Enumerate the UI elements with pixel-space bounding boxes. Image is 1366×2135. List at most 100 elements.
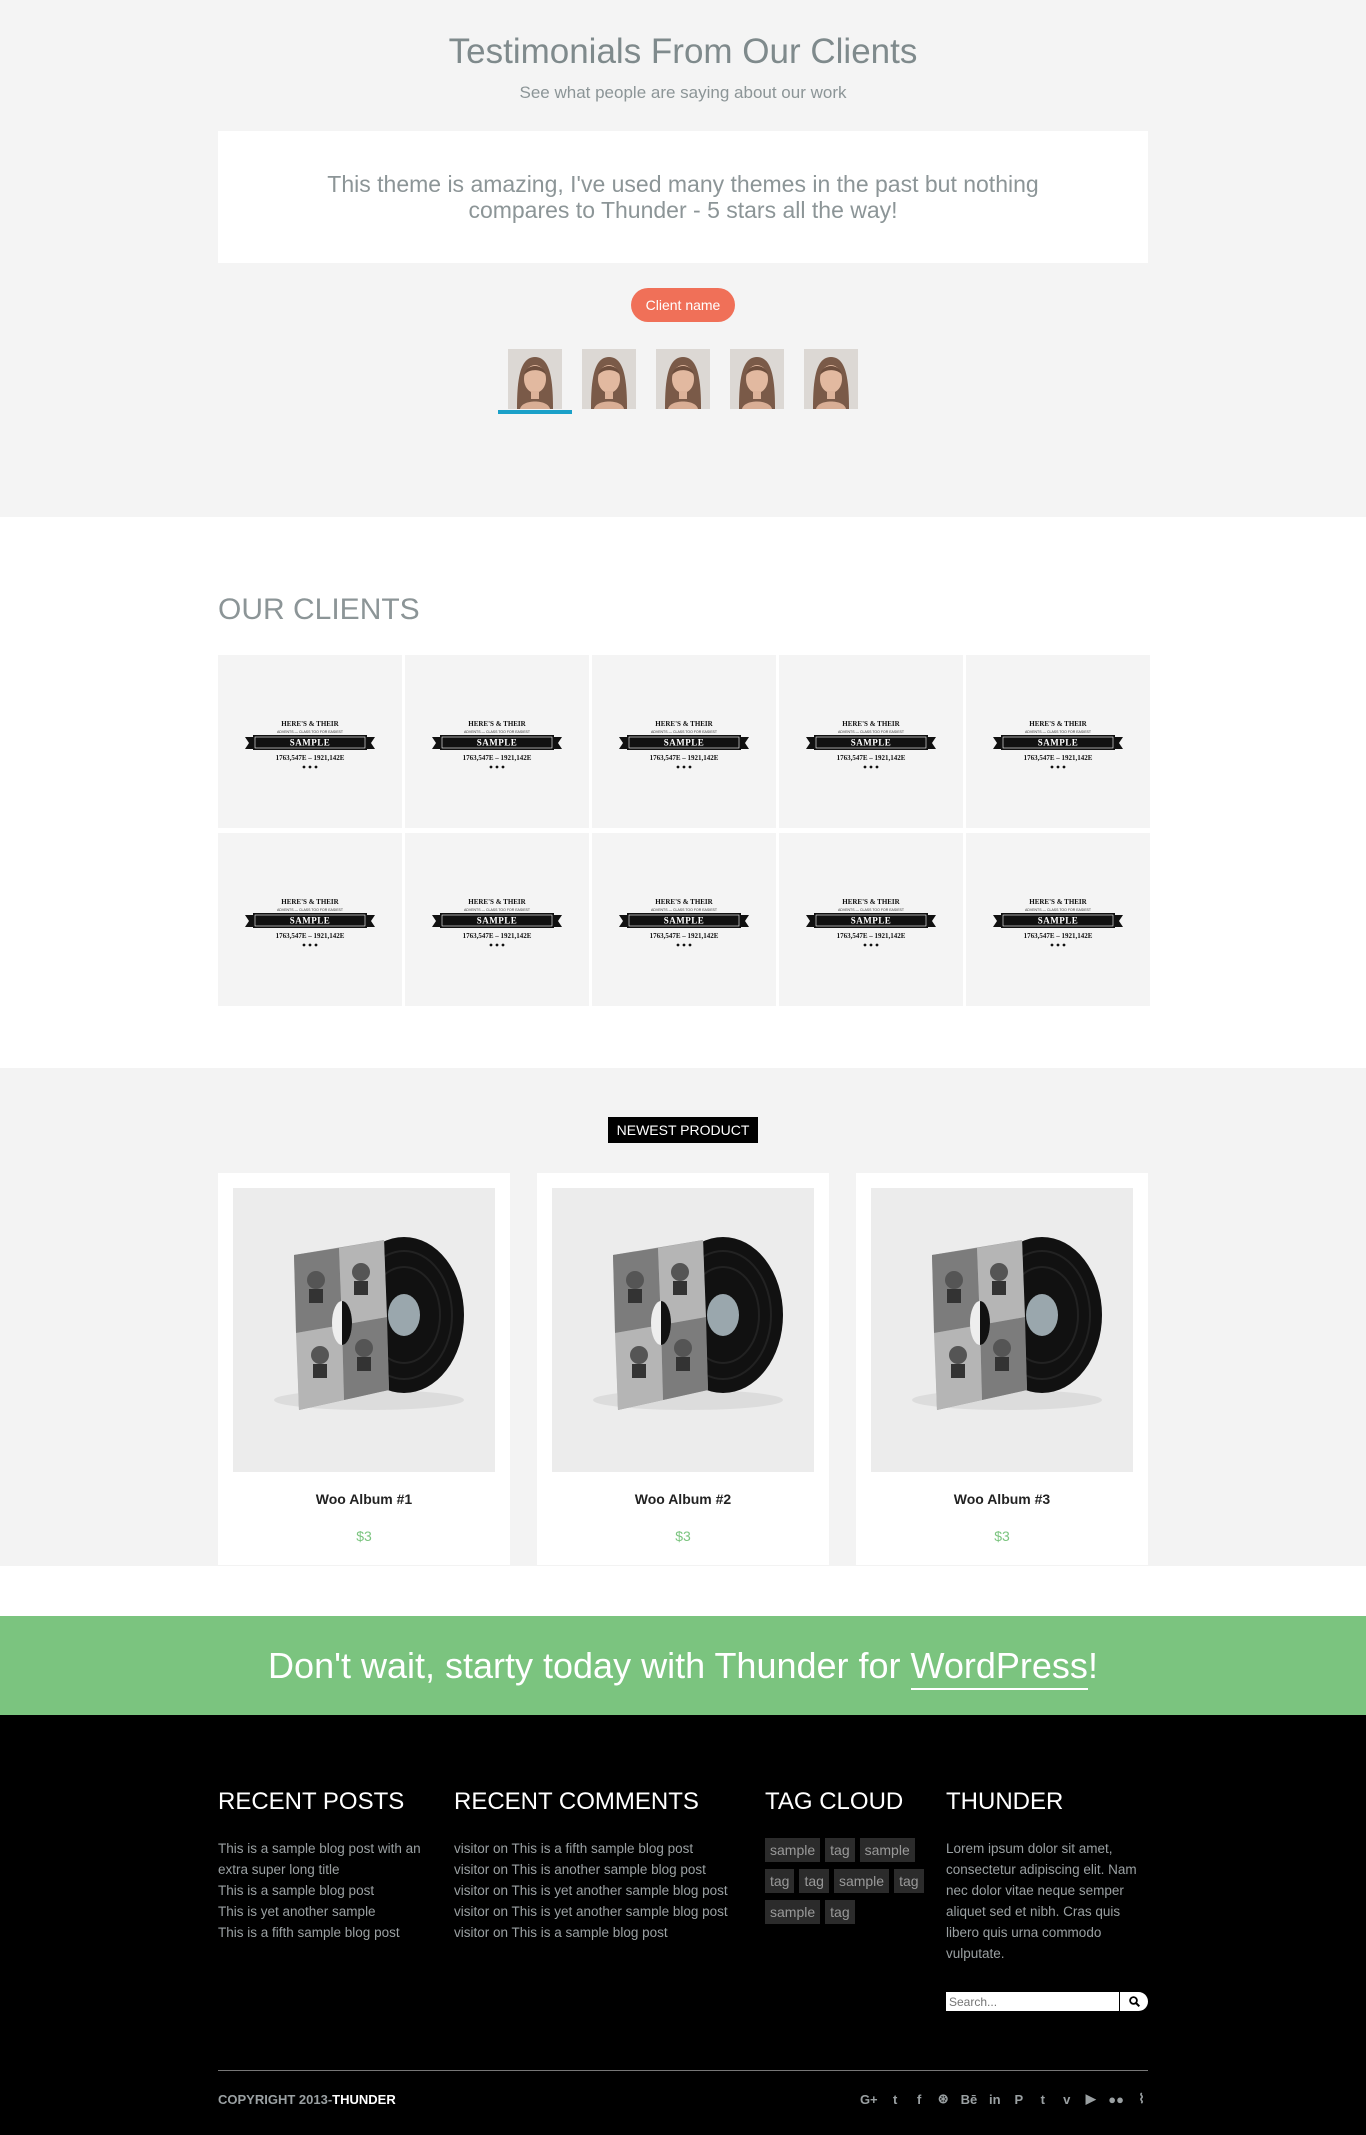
recent-posts-list: This is a sample blog post with an extra… [218, 1838, 454, 1943]
recent-comments-list: visitor on This is a fifth sample blog p… [454, 1838, 765, 1943]
products-section: NEWEST PRODUCT Woo Album #1 $3 Woo Album #… [0, 1068, 1366, 1566]
about-widget: THUNDER Lorem ipsum dolor sit amet, cons… [946, 1788, 1148, 2011]
client-photo [508, 349, 562, 409]
product-image[interactable] [871, 1188, 1133, 1472]
sample-logo: HERE'S & THEIR ADVENTS — CLASS TOO FOR EA… [993, 720, 1123, 768]
sample-logo: HERE'S & THEIR ADVENTS — CLASS TOO FOR EA… [432, 898, 562, 946]
client-photo [656, 349, 710, 409]
sample-logo: HERE'S & THEIR ADVENTS — CLASS TOO FOR EA… [806, 720, 936, 768]
dribbble-icon[interactable]: ⊛ [937, 2091, 950, 2107]
vimeo-icon[interactable]: v [1060, 2092, 1073, 2107]
tag-link[interactable]: sample [765, 1900, 821, 1924]
client-logo[interactable]: HERE'S & THEIR ADVENTS — CLASS TOO FOR EA… [779, 655, 963, 828]
clients-section: OUR CLIENTS HERE'S & THEIR ADVENTS — CLAS… [0, 517, 1366, 1068]
client-logo[interactable]: HERE'S & THEIR ADVENTS — CLASS TOO FOR EA… [405, 655, 589, 828]
client-avatar[interactable] [656, 349, 710, 409]
svg-text:SAMPLE: SAMPLE [664, 915, 705, 925]
behance-icon[interactable]: Bē [961, 2092, 978, 2107]
tag-link[interactable]: sample [859, 1838, 915, 1862]
tag-link[interactable]: sample [833, 1869, 890, 1893]
testimonial-quote-box: This theme is amazing, I've used many th… [218, 131, 1148, 263]
google-plus-icon[interactable]: G+ [860, 2092, 878, 2107]
recent-comment-link[interactable]: visitor on This is a sample blog post [454, 1922, 739, 1943]
youtube-icon[interactable]: ▶ [1084, 2091, 1097, 2107]
about-text: Lorem ipsum dolor sit amet, consectetur … [946, 1841, 1137, 1961]
search-button[interactable] [1119, 1992, 1148, 2011]
product-image[interactable] [552, 1188, 814, 1472]
twitter-icon[interactable]: t [889, 2092, 902, 2107]
svg-text:1763,547E – 1921,142E: 1763,547E – 1921,142E [276, 932, 345, 940]
client-logo[interactable]: HERE'S & THEIR ADVENTS — CLASS TOO FOR EA… [218, 833, 402, 1006]
client-logo[interactable]: HERE'S & THEIR ADVENTS — CLASS TOO FOR EA… [592, 833, 776, 1006]
search-input[interactable] [946, 1992, 1119, 2011]
cta-wordpress-link[interactable]: WordPress [910, 1644, 1088, 1690]
product-image[interactable] [233, 1188, 495, 1472]
recent-post-link[interactable]: This is a sample blog post [218, 1880, 454, 1901]
svg-text:HERE'S & THEIR: HERE'S & THEIR [281, 720, 339, 728]
clients-title: OUR CLIENTS [218, 593, 420, 626]
vinyl-album-image [912, 1237, 1102, 1410]
svg-text:ADVENTS — CLASS TOO FOR EASIES: ADVENTS — CLASS TOO FOR EASIEST [464, 730, 531, 734]
tumblr-icon[interactable]: t [1036, 2092, 1049, 2107]
client-logo[interactable]: HERE'S & THEIR ADVENTS — CLASS TOO FOR EA… [966, 655, 1150, 828]
svg-text:SAMPLE: SAMPLE [290, 915, 331, 925]
tag-link[interactable]: tag [825, 1838, 855, 1862]
client-photo [804, 349, 858, 409]
svg-text:HERE'S & THEIR: HERE'S & THEIR [281, 898, 339, 906]
product-card[interactable]: Woo Album #1 $3 [218, 1173, 510, 1565]
client-avatar[interactable] [804, 349, 858, 409]
pinterest-icon[interactable]: P [1012, 2092, 1025, 2107]
tag-link[interactable]: tag [894, 1869, 924, 1893]
testimonials-title: Testimonials From Our Clients [448, 32, 918, 71]
client-logo[interactable]: HERE'S & THEIR ADVENTS — CLASS TOO FOR EA… [218, 655, 402, 828]
svg-text:SAMPLE: SAMPLE [1038, 737, 1079, 747]
linkedin-icon[interactable]: in [988, 2092, 1001, 2107]
client-photo [730, 349, 784, 409]
client-avatar[interactable] [498, 349, 572, 414]
svg-text:HERE'S & THEIR: HERE'S & THEIR [1029, 720, 1087, 728]
recent-comments-title: RECENT COMMENTS [454, 1788, 699, 1815]
sample-logo: HERE'S & THEIR ADVENTS — CLASS TOO FOR EA… [619, 898, 749, 946]
recent-post-link[interactable]: This is a fifth sample blog post [218, 1922, 454, 1943]
client-logo[interactable]: HERE'S & THEIR ADVENTS — CLASS TOO FOR EA… [779, 833, 963, 1006]
svg-text:HERE'S & THEIR: HERE'S & THEIR [842, 898, 900, 906]
product-list: Woo Album #1 $3 Woo Album #2 $3 Woo Album #3… [218, 1173, 1148, 1565]
footer: RECENT POSTS This is a sample blog post … [0, 1715, 1366, 2135]
search-form [946, 1992, 1148, 2011]
svg-text:HERE'S & THEIR: HERE'S & THEIR [655, 898, 713, 906]
flickr-icon[interactable]: ●● [1108, 2092, 1124, 2107]
svg-text:1763,547E – 1921,142E: 1763,547E – 1921,142E [463, 754, 532, 762]
rss-icon[interactable]: ⌇ [1135, 2091, 1148, 2107]
client-avatar[interactable] [582, 349, 636, 409]
product-name[interactable]: Woo Album #1 [233, 1491, 495, 1507]
product-name[interactable]: Woo Album #2 [552, 1491, 814, 1507]
product-card[interactable]: Woo Album #2 $3 [537, 1173, 829, 1565]
client-logo[interactable]: HERE'S & THEIR ADVENTS — CLASS TOO FOR EA… [592, 655, 776, 828]
svg-text:ADVENTS — CLASS TOO FOR EASIES: ADVENTS — CLASS TOO FOR EASIEST [651, 908, 718, 912]
product-name[interactable]: Woo Album #3 [871, 1491, 1133, 1507]
tag-link[interactable]: tag [799, 1869, 829, 1893]
client-avatar[interactable] [730, 349, 784, 409]
recent-comment-link[interactable]: visitor on This is a fifth sample blog p… [454, 1838, 739, 1859]
tag-link[interactable]: tag [825, 1900, 855, 1924]
facebook-icon[interactable]: f [913, 2092, 926, 2107]
recent-comment-link[interactable]: visitor on This is another sample blog p… [454, 1859, 739, 1880]
cta-banner: Don't wait, starty today with Thunder fo… [0, 1616, 1366, 1715]
testimonial-avatars [0, 349, 1366, 414]
recent-post-link[interactable]: This is a sample blog post with an extra… [218, 1838, 454, 1880]
client-logo[interactable]: HERE'S & THEIR ADVENTS — CLASS TOO FOR EA… [405, 833, 589, 1006]
product-card[interactable]: Woo Album #3 $3 [856, 1173, 1148, 1565]
tag-link[interactable]: tag [765, 1869, 795, 1893]
recent-comment-link[interactable]: visitor on This is yet another sample bl… [454, 1901, 739, 1922]
sample-logo: HERE'S & THEIR ADVENTS — CLASS TOO FOR EA… [245, 720, 375, 768]
client-name-button[interactable]: Client name [630, 288, 736, 322]
tag-link[interactable]: sample [765, 1838, 821, 1862]
svg-text:ADVENTS — CLASS TOO FOR EASIES: ADVENTS — CLASS TOO FOR EASIEST [277, 730, 344, 734]
client-logo[interactable]: HERE'S & THEIR ADVENTS — CLASS TOO FOR EA… [966, 833, 1150, 1006]
copyright-brand[interactable]: THUNDER [332, 2092, 396, 2107]
recent-post-link[interactable]: This is yet another sample [218, 1901, 454, 1922]
social-links: G+ t f ⊛ Bē in Pt v ▶ ●● ⌇ [860, 2091, 1148, 2107]
vinyl-album-image [593, 1237, 783, 1410]
product-price: $3 [994, 1528, 1010, 1544]
recent-comment-link[interactable]: visitor on This is yet another sample bl… [454, 1880, 739, 1901]
